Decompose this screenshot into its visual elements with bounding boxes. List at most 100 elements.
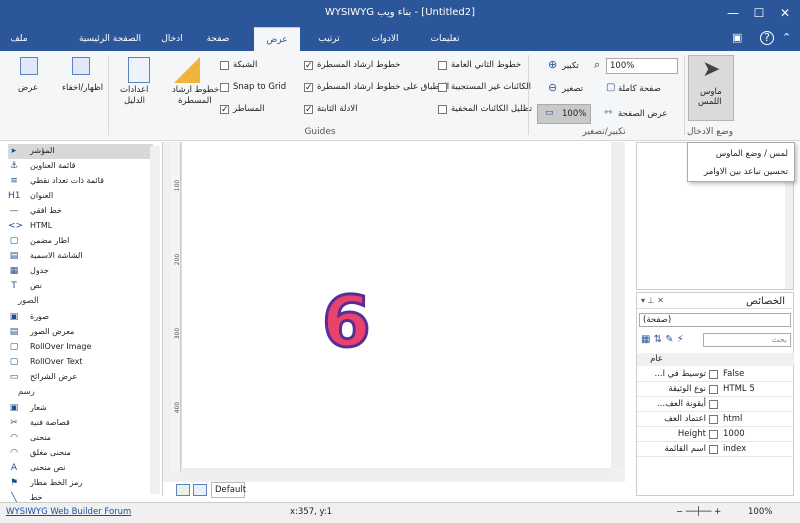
toolbox-scrollbar[interactable]	[150, 146, 160, 494]
toolbox-item-icon: —	[9, 206, 19, 216]
toolbox-item[interactable]: H1 العنوان	[8, 189, 153, 204]
optimize-spacing-item[interactable]: تحسين تباعد بين الاوامر	[704, 167, 788, 177]
toolbox-item[interactable]: ▣ صورة	[8, 310, 153, 325]
full-page-button[interactable]: صفحة كاملة	[618, 84, 661, 94]
toolbox-item[interactable]: ▤ معرض الصور	[8, 325, 153, 340]
property-reset-checkbox[interactable]	[709, 370, 718, 379]
toolbox-section-header[interactable]: الصور	[18, 296, 39, 306]
toolbox-item[interactable]: ▭ عرض الشرائح	[8, 370, 153, 385]
toolbox-item[interactable]: ≡ قائمة ذات تعداد نقطي	[8, 174, 153, 189]
property-row[interactable]: اسم القائمة index	[637, 442, 794, 457]
page-guide-checkbox[interactable]	[304, 105, 313, 114]
help-icon[interactable]: ?	[760, 31, 774, 45]
property-reset-checkbox[interactable]	[709, 385, 718, 394]
unsized-objects-checkbox[interactable]	[438, 83, 447, 92]
zoom-in-button[interactable]: تكبير	[562, 61, 579, 71]
property-value[interactable]: False	[723, 369, 744, 379]
toolbox-item[interactable]: ⚑ رمز الخط مطار	[8, 476, 153, 491]
ruler-guides-button-l1[interactable]: خطوط ارشاد	[172, 85, 219, 95]
tab-arrange[interactable]: ترتيب	[306, 27, 352, 51]
status-bar: WYSIWYG Web Builder Forum x:357, y:1 − ─…	[0, 502, 800, 523]
design-page[interactable]	[181, 142, 611, 468]
property-row[interactable]: Height 1000	[637, 427, 794, 442]
object-selector[interactable]: (صفحة)	[639, 313, 791, 327]
tab-insert[interactable]: ادخال	[150, 27, 194, 51]
toolbox-item[interactable]: ▢ RollOver Text	[8, 355, 153, 370]
toolbox-item[interactable]: <> HTML	[8, 219, 153, 234]
page-width-button[interactable]: عرض الصفحة	[618, 109, 667, 119]
forum-link[interactable]: WYSIWYG Web Builder Forum	[6, 507, 131, 517]
toolbox-item[interactable]: ◠ منحنى	[8, 431, 153, 446]
line-guides-checkbox[interactable]	[438, 61, 447, 70]
toolbox-item[interactable]: ▦ جدول	[8, 264, 153, 279]
property-value[interactable]: index	[723, 444, 746, 454]
property-row[interactable]: ...أيقونة العف	[637, 397, 794, 412]
sort-icons[interactable]: ▦ ⇅ ✎ ⚡	[641, 334, 684, 345]
page-tab-default[interactable]: Default	[211, 482, 246, 498]
toolbox-item-icon: ✂	[10, 418, 18, 428]
add-page-icon[interactable]	[176, 484, 190, 496]
property-reset-checkbox[interactable]	[709, 415, 718, 424]
line-guides-label: خطوط الثاني العامة	[451, 60, 522, 70]
grid-checkbox[interactable]	[220, 61, 229, 70]
tab-help[interactable]: تعليمات	[420, 27, 470, 51]
tab-view[interactable]: عرض	[254, 27, 300, 51]
toolbox-item[interactable]: A نص منحنى	[8, 461, 153, 476]
show-hide-button[interactable]: اظهار/اخفاء	[62, 83, 103, 93]
toolbox-item[interactable]: ▣ شعار	[8, 401, 153, 416]
toolbox-item[interactable]: ⚓ قائمة العناوين	[8, 159, 153, 174]
show-hide-icon	[72, 57, 90, 75]
toolbox-item-label: معرض الصور	[30, 327, 75, 336]
zoom-out-button[interactable]: تصغير	[562, 84, 583, 94]
canvas-horizontal-scrollbar[interactable]	[181, 468, 611, 478]
view-button[interactable]: عرض	[18, 83, 38, 93]
zoom-group-label: تكبير/تصغير	[582, 127, 626, 137]
zoom-combobox[interactable]: 100%	[606, 58, 678, 74]
zoom-slider[interactable]: − ──┼── +	[676, 507, 721, 517]
property-reset-checkbox[interactable]	[709, 445, 718, 454]
page-settings-icon[interactable]	[193, 484, 207, 496]
rulers-checkbox[interactable]	[220, 105, 229, 114]
guide-settings-button-l2[interactable]: الدليل	[124, 96, 145, 106]
canvas-number[interactable]: 6	[321, 281, 373, 364]
close-button[interactable]: ✕	[772, 0, 798, 27]
property-reset-checkbox[interactable]	[709, 400, 718, 409]
toolbox-item[interactable]: ◠ منحنى مغلق	[8, 446, 153, 461]
toolbox-item[interactable]: ▢ RollOver Image	[8, 340, 153, 355]
property-value[interactable]: 1000	[723, 429, 745, 439]
property-value[interactable]: html	[723, 414, 742, 424]
snap-ruler-guides-checkbox[interactable]	[304, 83, 313, 92]
property-row[interactable]: نوع الوثيقة HTML 5	[637, 382, 794, 397]
property-row[interactable]: اعتماد العف html	[637, 412, 794, 427]
toolbox-section-header[interactable]: رسم	[18, 387, 35, 397]
toolbox-item-label: نص منحنى	[30, 463, 66, 472]
tab-home[interactable]: الصفحة الرئيسية	[70, 27, 150, 51]
touch-mouse-mode-item[interactable]: لمس / وضع الماوس	[716, 149, 788, 159]
ruler-guides-checkbox[interactable]	[304, 61, 313, 70]
property-value[interactable]: HTML 5	[723, 384, 755, 394]
property-name: Height	[677, 429, 706, 439]
maximize-button[interactable]: ☐	[746, 0, 772, 27]
ruler-guides-button-l2[interactable]: المسطرة	[178, 96, 212, 106]
canvas-vertical-scrollbar[interactable]	[611, 142, 623, 468]
pin-close-icons[interactable]: ▾ ⊥ ✕	[641, 296, 664, 305]
collapse-ribbon-icon[interactable]: ⌃	[782, 31, 791, 44]
toolbox-item[interactable]: ▤ الشاشة الاسمية	[8, 249, 153, 264]
hidden-objects-checkbox[interactable]	[438, 105, 447, 114]
toolbox-item-label: RollOver Image	[30, 342, 92, 351]
guide-settings-button-l1[interactable]: اعدادات	[120, 85, 148, 95]
toolbox-item[interactable]: — خط افقي	[8, 204, 153, 219]
layout-icon[interactable]: ▣	[732, 31, 742, 44]
properties-search-input[interactable]: بحث	[703, 333, 791, 347]
tab-file[interactable]: ملف	[0, 27, 38, 51]
minimize-button[interactable]: —	[720, 0, 746, 27]
snap-to-grid-checkbox[interactable]	[220, 83, 229, 92]
toolbox-item[interactable]: T نص	[8, 279, 153, 294]
toolbox-item[interactable]: ▢ اطار مضمن	[8, 234, 153, 249]
property-row[interactable]: ...توسيط في ا False	[637, 367, 794, 382]
property-reset-checkbox[interactable]	[709, 430, 718, 439]
tab-page[interactable]: صفحة	[196, 27, 240, 51]
tab-tools[interactable]: الادوات	[360, 27, 410, 51]
toolbox-item[interactable]: ✂ قصاصة فنية	[8, 416, 153, 431]
toolbox-item[interactable]: ▸ المؤشر	[8, 144, 153, 159]
